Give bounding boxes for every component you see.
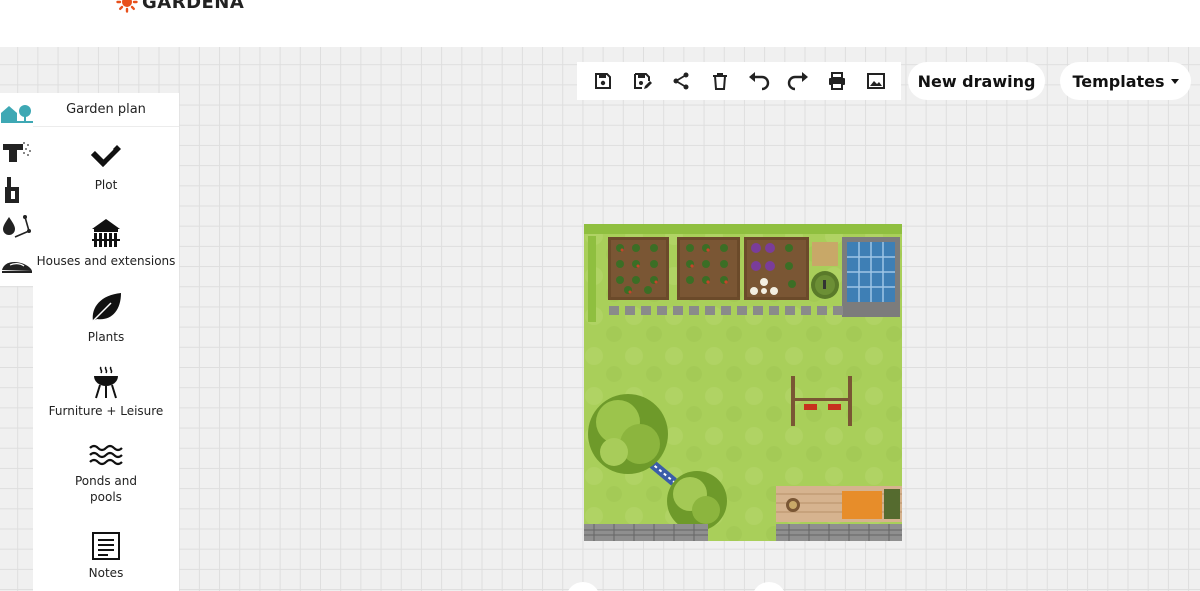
- hedge: [588, 236, 596, 322]
- category-label: Houses and extensions: [36, 254, 176, 268]
- category-label: Plot: [94, 178, 118, 192]
- wooden-deck[interactable]: [776, 486, 902, 522]
- undo-icon: [748, 72, 769, 91]
- trash-icon: [712, 73, 727, 90]
- save-button[interactable]: [589, 67, 617, 95]
- water-tap-rail-icon: [4, 177, 19, 203]
- brand-name: GARDENA: [142, 0, 245, 13]
- category-label: Ponds and pools: [74, 474, 137, 504]
- vegetable-bed[interactable]: [608, 237, 669, 300]
- print-icon: [828, 72, 845, 90]
- rain-barrel[interactable]: [811, 271, 839, 299]
- category-plants[interactable]: Plants: [33, 291, 179, 345]
- sprinkler-rail-icon: [2, 215, 31, 238]
- garden-plan-svg: [584, 224, 902, 541]
- templates-label: Templates: [1072, 71, 1165, 91]
- category-label: Notes: [88, 566, 124, 580]
- category-ponds-and-pools[interactable]: Ponds and pools: [33, 443, 179, 505]
- toolbar: [577, 62, 901, 100]
- robotic-mower-rail-icon: [1, 262, 32, 273]
- save-icon: [594, 73, 611, 89]
- house-icon: [92, 219, 120, 247]
- rail-item-water-tap[interactable]: [0, 175, 33, 205]
- rail-item-sprinkler[interactable]: [0, 211, 33, 241]
- templates-dropdown[interactable]: Templates: [1060, 62, 1191, 100]
- leaf-icon: [92, 293, 121, 322]
- waves-icon: [89, 444, 123, 466]
- new-drawing-label: New drawing: [917, 71, 1036, 91]
- notes-icon: [92, 532, 120, 560]
- share-icon: [673, 72, 688, 90]
- category-label: Furniture + Leisure: [48, 404, 164, 418]
- save-as-icon: [633, 73, 652, 89]
- category-panel: Garden plan Plot Houses and extensions P…: [33, 93, 179, 591]
- save-as-button[interactable]: [628, 67, 656, 95]
- category-notes[interactable]: Notes: [33, 531, 179, 581]
- greenhouse[interactable]: [842, 237, 900, 317]
- print-button[interactable]: [823, 67, 851, 95]
- undo-button[interactable]: [745, 67, 773, 95]
- category-furniture-leisure[interactable]: Furniture + Leisure: [33, 365, 179, 419]
- rail-item-irrigation[interactable]: [0, 138, 33, 168]
- redo-button[interactable]: [784, 67, 812, 95]
- export-image-button[interactable]: [862, 67, 890, 95]
- category-label: Plants: [87, 330, 125, 344]
- new-drawing-button[interactable]: New drawing: [908, 62, 1045, 100]
- gardena-logo-icon: [116, 0, 138, 13]
- gardena-logo[interactable]: GARDENA: [116, 0, 244, 13]
- vegetable-bed[interactable]: [677, 237, 740, 300]
- share-button[interactable]: [667, 67, 695, 95]
- garden-plan-rail-icon: [0, 105, 33, 123]
- category-houses-and-extensions[interactable]: Houses and extensions: [33, 217, 179, 269]
- garden-plan-drawing[interactable]: [584, 224, 902, 541]
- redo-icon: [787, 72, 808, 91]
- hedge: [584, 224, 902, 234]
- rail-item-garden-plan[interactable]: [0, 97, 33, 127]
- tree[interactable]: [667, 471, 727, 531]
- plot-icon: [91, 145, 121, 167]
- tool-rail: [0, 93, 33, 286]
- chevron-down-icon: [1170, 78, 1179, 84]
- barbecue-icon: [94, 366, 118, 399]
- tree[interactable]: [588, 394, 668, 474]
- category-plot[interactable]: Plot: [33, 143, 179, 193]
- stepping-stones: [609, 306, 843, 315]
- cabbage-bed[interactable]: [744, 237, 809, 300]
- app-header: GARDENA: [0, 0, 1200, 47]
- image-icon: [866, 73, 885, 89]
- irrigation-rail-icon: [2, 142, 31, 162]
- delete-button[interactable]: [706, 67, 734, 95]
- compost-heap[interactable]: [812, 242, 838, 266]
- panel-title: Garden plan: [33, 93, 179, 127]
- rail-item-robotic-mower[interactable]: [0, 251, 33, 281]
